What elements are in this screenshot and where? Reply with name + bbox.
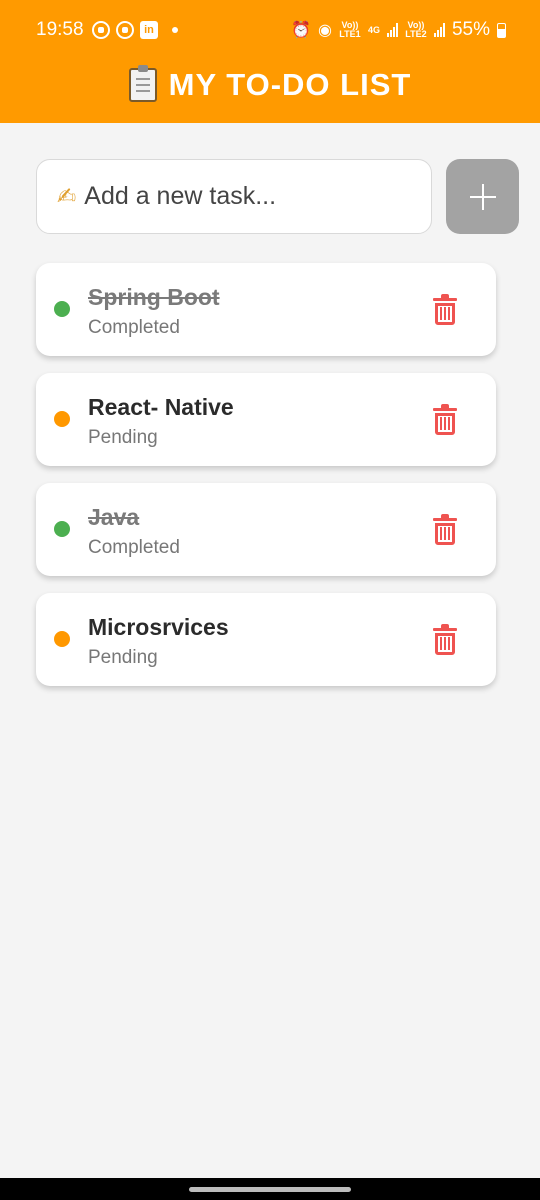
pending-status-dot [54,411,70,427]
sim1-label: Vo)) LTE1 [339,20,361,39]
signal-icon [433,23,445,37]
status-bar: 19:58 in ⏰ ◉ Vo)) LTE1 4G Vo)) LTE2 55% [0,0,540,60]
app-header: MY TO-DO LIST [0,60,540,110]
youtube-icon [116,21,134,39]
task-status: Completed [88,317,180,338]
add-task-button[interactable] [446,159,519,234]
alarm-icon: ⏰ [291,22,311,39]
more-notifications-dot [172,27,178,33]
task-card[interactable]: Java Completed [36,483,496,576]
task-status: Completed [88,537,180,558]
system-nav-bar [0,1178,540,1200]
task-card[interactable]: Spring Boot Completed [36,263,496,356]
linkedin-icon: in [140,21,158,39]
task-status: Pending [88,647,158,668]
task-card[interactable]: Microsrvices Pending [36,593,496,686]
delete-task-button[interactable] [433,624,457,655]
task-status: Pending [88,427,158,448]
battery-percent: 55% [451,19,490,40]
clipboard-icon [128,65,157,102]
writing-hand-icon: ✍ [57,183,77,209]
status-time: 19:58 [36,19,84,40]
app-top-bar: 19:58 in ⏰ ◉ Vo)) LTE1 4G Vo)) LTE2 55% [0,0,540,123]
new-task-placeholder: Add a new task... [84,182,277,210]
task-card[interactable]: React- Native Pending [36,373,496,466]
battery-icon [497,22,506,38]
new-task-input[interactable]: ✍ Add a new task... [36,159,432,234]
completed-status-dot [54,301,70,317]
plus-icon [469,183,496,210]
task-title[interactable]: Microsrvices [88,614,229,641]
delete-task-button[interactable] [433,404,457,435]
task-title[interactable]: Spring Boot [88,284,220,311]
home-gesture-handle[interactable] [189,1187,351,1192]
sim2-label: Vo)) LTE2 [405,20,427,39]
youtube-icon [92,21,110,39]
hotspot-icon: ◉ [317,22,332,39]
network-type-label: 4G [367,24,380,35]
task-title[interactable]: Java [88,504,139,531]
notification-icons: in [92,21,178,39]
delete-task-button[interactable] [433,514,457,545]
completed-status-dot [54,521,70,537]
pending-status-dot [54,631,70,647]
delete-task-button[interactable] [433,294,457,325]
signal-icon [386,23,398,37]
system-icons: ⏰ ◉ Vo)) LTE1 4G Vo)) LTE2 55% [291,19,506,41]
task-title[interactable]: React- Native [88,394,234,421]
task-list: Spring Boot Completed React- Native Pend… [36,263,496,703]
page-title: MY TO-DO LIST [168,67,412,102]
